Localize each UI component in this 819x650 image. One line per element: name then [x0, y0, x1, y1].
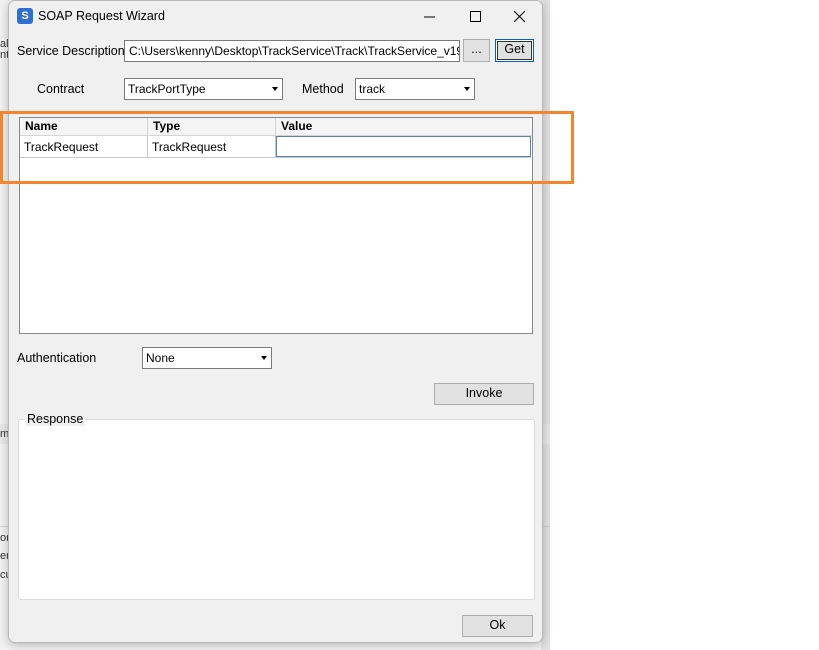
- close-button[interactable]: [496, 1, 542, 33]
- chevron-down-icon: [272, 87, 278, 91]
- response-legend: Response: [25, 412, 86, 426]
- minimize-button[interactable]: [406, 1, 452, 33]
- method-select[interactable]: track: [355, 78, 475, 100]
- contract-label: Contract: [37, 82, 85, 96]
- response-groupbox: Response: [18, 412, 535, 600]
- service-description-input[interactable]: C:\Users\kenny\Desktop\TrackService\Trac…: [124, 40, 460, 62]
- method-value: track: [359, 82, 386, 96]
- contract-select[interactable]: TrackPortType: [124, 78, 283, 100]
- contract-value: TrackPortType: [128, 82, 206, 96]
- close-icon: [513, 10, 525, 23]
- ok-button[interactable]: Ok: [462, 615, 533, 637]
- authentication-select[interactable]: None: [142, 347, 272, 369]
- get-button[interactable]: Get: [495, 39, 534, 62]
- service-description-label: Service Description: [17, 44, 125, 58]
- browse-button[interactable]: ...: [463, 39, 490, 62]
- chevron-down-icon: [261, 356, 267, 360]
- highlight-box: [0, 111, 574, 184]
- authentication-label: Authentication: [17, 351, 97, 365]
- app-icon: S: [17, 8, 33, 24]
- title-bar[interactable]: S SOAP Request Wizard: [9, 1, 542, 33]
- invoke-button[interactable]: Invoke: [434, 383, 534, 405]
- maximize-icon: [469, 11, 481, 22]
- soap-request-wizard-dialog: S SOAP Request Wizard Service Descriptio…: [8, 0, 543, 643]
- maximize-button[interactable]: [452, 1, 498, 33]
- chevron-down-icon: [464, 87, 470, 91]
- minimize-icon: [423, 16, 435, 18]
- window-title: SOAP Request Wizard: [38, 9, 165, 23]
- authentication-value: None: [146, 351, 175, 365]
- method-label: Method: [302, 82, 344, 96]
